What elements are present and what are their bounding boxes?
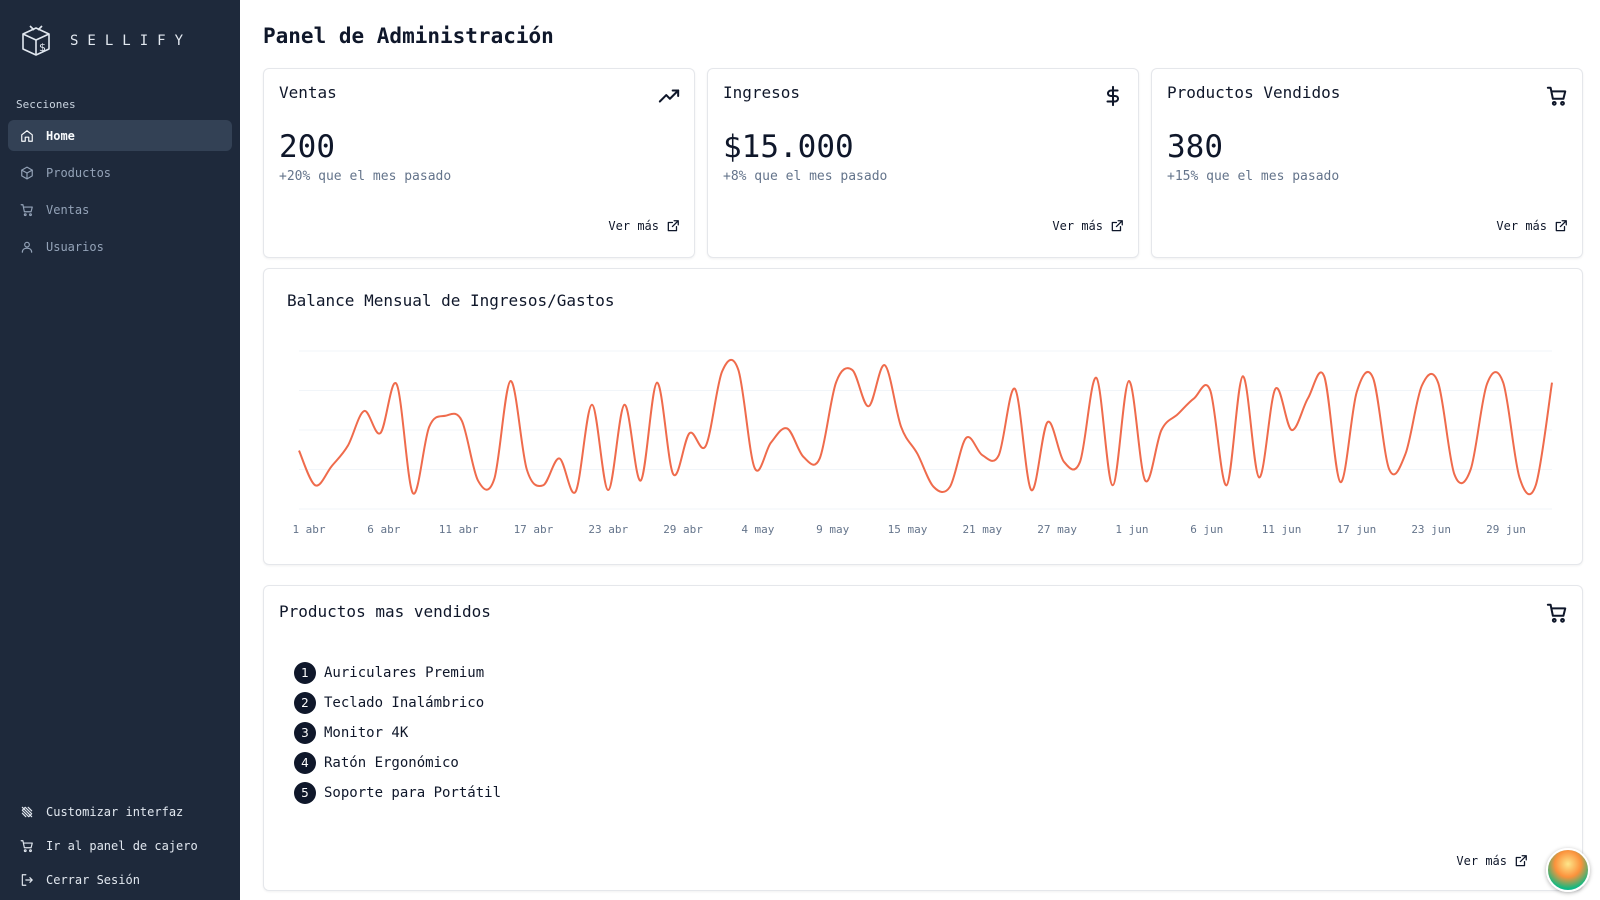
x-tick-label: 1 jun bbox=[1115, 523, 1148, 536]
ver-mas-link[interactable]: Ver más bbox=[1052, 219, 1124, 233]
cart-icon bbox=[20, 840, 33, 853]
sidebar-item-label: Home bbox=[46, 128, 75, 143]
sidebar-bottom-nav: Customizar interfaz Ir al panel de cajer… bbox=[8, 798, 232, 900]
x-tick-label: 27 may bbox=[1037, 523, 1077, 536]
page-title: Panel de Administración bbox=[263, 24, 554, 48]
top-products-title: Productos mas vendidos bbox=[279, 602, 491, 621]
ver-mas-label: Ver más bbox=[1052, 219, 1103, 233]
rank-badge: 3 bbox=[294, 722, 316, 744]
rank-badge: 4 bbox=[294, 752, 316, 774]
stat-value: $15.000 bbox=[723, 129, 854, 165]
stat-card-productos-vendidos: Productos Vendidos 380 +15% que el mes p… bbox=[1151, 68, 1583, 258]
x-tick-label: 29 jun bbox=[1486, 523, 1526, 536]
x-tick-label: 15 may bbox=[888, 523, 928, 536]
ver-mas-link[interactable]: Ver más bbox=[1456, 854, 1528, 868]
home-icon bbox=[21, 129, 33, 142]
rank-badge: 5 bbox=[294, 782, 316, 804]
tools-icon bbox=[21, 806, 33, 818]
series-line bbox=[298, 358, 1553, 496]
stat-subtitle: +15% que el mes pasado bbox=[1167, 169, 1340, 184]
x-tick-label: 23 abr bbox=[588, 523, 628, 536]
x-tick-label: 4 may bbox=[741, 523, 774, 536]
bottom-item-label: Ir al panel de cajero bbox=[46, 839, 198, 853]
ver-mas-link[interactable]: Ver más bbox=[608, 219, 680, 233]
dollar-icon bbox=[1106, 85, 1120, 107]
balance-chart-card: Balance Mensual de Ingresos/Gastos 1 abr… bbox=[263, 268, 1583, 565]
rank-badge: 2 bbox=[294, 692, 316, 714]
external-link-icon bbox=[1515, 855, 1527, 867]
svg-text:$: $ bbox=[39, 41, 46, 54]
x-tick-label: 11 abr bbox=[439, 523, 479, 536]
external-link-icon bbox=[1111, 220, 1123, 232]
box-s-logo-icon: $ bbox=[22, 25, 50, 56]
floating-assistant-avatar[interactable] bbox=[1546, 848, 1590, 892]
stat-title: Ventas bbox=[279, 83, 337, 102]
top-products-card: Productos mas vendidos 1 Auriculares Pre… bbox=[263, 585, 1583, 891]
list-item[interactable]: 4 Ratón Ergonómico bbox=[294, 748, 501, 778]
x-tick-label: 11 jun bbox=[1262, 523, 1302, 536]
customize-interface-link[interactable]: Customizar interfaz bbox=[8, 798, 232, 826]
ver-mas-label: Ver más bbox=[1456, 854, 1507, 868]
product-name: Soporte para Portátil bbox=[324, 785, 502, 801]
stat-value: 380 bbox=[1167, 129, 1223, 165]
bottom-item-label: Customizar interfaz bbox=[46, 805, 184, 819]
sidebar-item-usuarios[interactable]: Usuarios bbox=[8, 231, 232, 262]
x-tick-label: 21 may bbox=[962, 523, 1002, 536]
ver-mas-link[interactable]: Ver más bbox=[1496, 219, 1568, 233]
x-tick-label: 6 jun bbox=[1190, 523, 1223, 536]
sidebar-item-label: Productos bbox=[46, 165, 112, 180]
x-tick-label: 17 jun bbox=[1337, 523, 1377, 536]
brand-name: SELLIFY bbox=[70, 33, 193, 49]
product-name: Teclado Inalámbrico bbox=[324, 695, 485, 711]
stat-value: 200 bbox=[279, 129, 335, 165]
x-tick-label: 1 abr bbox=[292, 523, 325, 536]
list-item[interactable]: 2 Teclado Inalámbrico bbox=[294, 688, 501, 718]
x-tick-label: 29 abr bbox=[663, 523, 703, 536]
product-name: Monitor 4K bbox=[324, 725, 409, 741]
user-icon bbox=[21, 241, 33, 253]
brand[interactable]: $ SELLIFY bbox=[20, 24, 192, 58]
list-item[interactable]: 5 Soporte para Portátil bbox=[294, 778, 501, 808]
trending-up-icon bbox=[658, 89, 680, 103]
balance-line-chart: 1 abr 6 abr 11 abr 17 abr 23 abr 29 abr 4 may 9… bbox=[292, 350, 1553, 536]
stat-subtitle: +20% que el mes pasado bbox=[279, 169, 452, 184]
rank-badge: 1 bbox=[294, 662, 316, 684]
logout-icon bbox=[21, 874, 33, 886]
sidebar-nav: Home Productos Ventas Usuarios bbox=[8, 120, 232, 268]
stat-title: Productos Vendidos bbox=[1167, 83, 1341, 102]
stat-card-ingresos: Ingresos $15.000 +8% que el mes pasado V… bbox=[707, 68, 1139, 258]
sidebar-section-label: Secciones bbox=[16, 98, 76, 111]
sidebar-item-ventas[interactable]: Ventas bbox=[8, 194, 232, 225]
x-tick-label: 9 may bbox=[816, 523, 849, 536]
cashier-panel-link[interactable]: Ir al panel de cajero bbox=[8, 832, 232, 860]
cart-icon bbox=[20, 203, 33, 216]
external-link-icon bbox=[1555, 220, 1567, 232]
ver-mas-label: Ver más bbox=[1496, 219, 1547, 233]
package-icon bbox=[21, 166, 33, 179]
sidebar-item-label: Ventas bbox=[46, 202, 90, 217]
cart-icon bbox=[1546, 86, 1567, 106]
sidebar: $ SELLIFY Secciones Home Productos Venta… bbox=[0, 0, 240, 900]
cart-icon bbox=[1546, 603, 1567, 623]
product-name: Ratón Ergonómico bbox=[324, 755, 459, 771]
sidebar-item-home[interactable]: Home bbox=[8, 120, 232, 151]
stat-title: Ingresos bbox=[723, 83, 801, 102]
sidebar-item-label: Usuarios bbox=[46, 239, 104, 254]
x-tick-label: 17 abr bbox=[514, 523, 554, 536]
x-tick-label: 6 abr bbox=[367, 523, 400, 536]
stat-card-ventas: Ventas 200 +20% que el mes pasado Ver má… bbox=[263, 68, 695, 258]
sidebar-item-productos[interactable]: Productos bbox=[8, 157, 232, 188]
list-item[interactable]: 1 Auriculares Premium bbox=[294, 658, 501, 688]
bottom-item-label: Cerrar Sesión bbox=[46, 873, 140, 887]
external-link-icon bbox=[667, 220, 679, 232]
top-products-list: 1 Auriculares Premium 2 Teclado Inalámbr… bbox=[294, 658, 501, 808]
logout-link[interactable]: Cerrar Sesión bbox=[8, 866, 232, 894]
list-item[interactable]: 3 Monitor 4K bbox=[294, 718, 501, 748]
ver-mas-label: Ver más bbox=[608, 219, 659, 233]
product-name: Auriculares Premium bbox=[324, 665, 485, 681]
stat-subtitle: +8% que el mes pasado bbox=[723, 169, 888, 184]
x-tick-label: 23 jun bbox=[1411, 523, 1451, 536]
